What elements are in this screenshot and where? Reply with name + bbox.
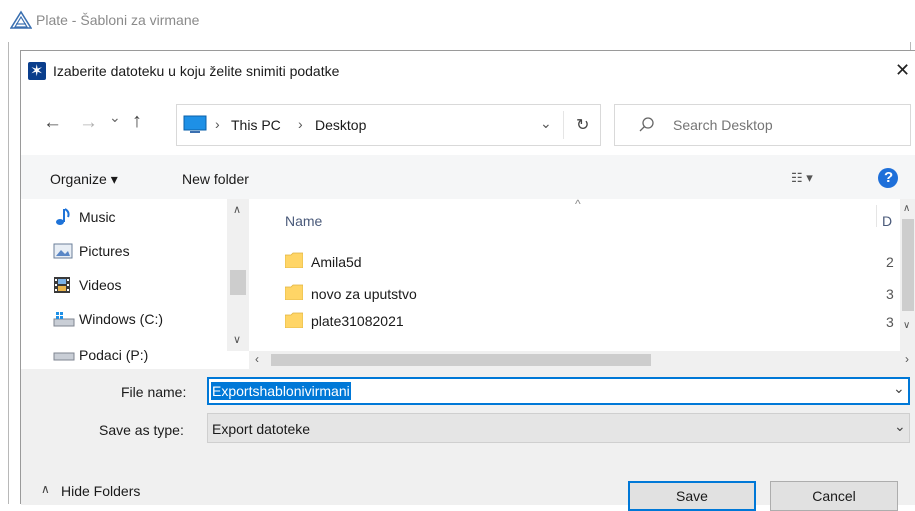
nav-item-videos[interactable]: Videos <box>21 267 227 301</box>
pictures-icon <box>53 243 73 259</box>
refresh-icon[interactable]: ↻ <box>576 115 589 135</box>
dialog-titlebar: ✶ Izaberite datoteku u koju želite snimi… <box>21 51 915 93</box>
cancel-button[interactable]: Cancel <box>770 481 898 511</box>
music-icon <box>56 208 70 225</box>
file-row[interactable]: plate31082021 <box>275 307 875 335</box>
nav-item-label: Pictures <box>79 243 130 259</box>
search-box[interactable] <box>614 104 911 146</box>
nav-pane-vertical-scrollbar[interactable]: ∧ ∨ <box>227 199 249 351</box>
app-logo-icon <box>10 10 32 29</box>
folder-icon <box>285 312 303 328</box>
change-view-icon[interactable]: ☷ ▾ <box>791 170 813 186</box>
nav-item-label: Windows (C:) <box>79 311 164 327</box>
save-dialog: ✶ Izaberite datoteku u koju želite snimi… <box>20 50 915 511</box>
dialog-title: Izaberite datoteku u koju želite snimiti… <box>53 63 340 79</box>
browser-panes: Music Pictures Videos Windows (C:) Podac… <box>21 199 915 369</box>
divider <box>563 111 564 139</box>
scroll-down-icon[interactable]: ∨ <box>903 320 910 331</box>
close-icon[interactable]: ✕ <box>895 60 910 81</box>
nav-item-label: Podaci (P:) <box>79 347 149 363</box>
nav-item-podaci-p[interactable]: Podaci (P:) <box>21 335 227 369</box>
file-row[interactable]: Amila5d <box>275 247 875 275</box>
navigation-pane[interactable]: Music Pictures Videos Windows (C:) Podac… <box>21 199 249 369</box>
parent-window-border <box>8 42 9 504</box>
file-date: 2 <box>886 254 894 270</box>
scroll-down-icon[interactable]: ∨ <box>233 333 241 346</box>
save-as-type-label: Save as type: <box>99 422 184 438</box>
new-folder-button[interactable]: New folder <box>182 171 249 187</box>
help-icon[interactable]: ? <box>878 168 898 188</box>
file-row[interactable]: novo za uputstvo <box>275 279 875 307</box>
file-name-label: File name: <box>121 384 187 400</box>
hide-folders-button[interactable]: ∧ Hide Folders <box>21 471 201 505</box>
back-icon[interactable]: ← <box>43 112 62 134</box>
folder-icon <box>285 252 303 268</box>
scroll-thumb[interactable] <box>902 219 914 311</box>
nav-item-pictures[interactable]: Pictures <box>21 233 227 267</box>
save-button[interactable]: Save <box>628 481 756 511</box>
save-as-type-value: Export datoteke <box>212 421 311 437</box>
scroll-right-icon[interactable]: › <box>905 352 909 366</box>
breadcrumb-separator: › <box>215 116 220 132</box>
nav-item-label: Music <box>79 209 116 225</box>
parent-window-title: Plate - Šabloni za virmane <box>36 12 200 28</box>
file-name: Amila5d <box>311 254 362 270</box>
column-divider <box>876 205 877 227</box>
forward-icon[interactable]: → <box>79 112 98 134</box>
folder-icon <box>285 284 303 300</box>
file-list[interactable]: ^ Name D Amila5d 2 novo za uputstvo 3 pl… <box>249 199 915 369</box>
chevron-down-icon[interactable]: ⌄ <box>893 380 905 397</box>
address-row: ← → ⌄ ↑ › This PC › Desktop ⌄ ↻ <box>21 93 915 155</box>
save-options-area: File name: Exportshablonivirmani ⌄ Save … <box>21 369 915 511</box>
chevron-up-icon: ∧ <box>41 482 50 496</box>
search-input[interactable] <box>673 115 893 135</box>
nav-item-music[interactable]: Music <box>21 199 227 233</box>
search-icon <box>639 117 654 132</box>
this-pc-icon <box>183 115 207 133</box>
file-name-field[interactable]: Exportshablonivirmani ⌄ <box>207 377 910 405</box>
up-icon[interactable]: ↑ <box>132 110 142 133</box>
column-header-name[interactable]: Name <box>285 213 322 229</box>
file-name-value: Exportshablonivirmani <box>211 382 351 400</box>
address-dropdown-icon[interactable]: ⌄ <box>540 115 552 132</box>
breadcrumb-separator: › <box>298 116 303 132</box>
drive-icon <box>53 312 75 327</box>
chevron-down-icon[interactable]: ⌄ <box>894 418 906 435</box>
file-name: novo za uputstvo <box>311 286 417 302</box>
nav-item-windows-c[interactable]: Windows (C:) <box>21 301 227 335</box>
parent-window-titlebar: Plate - Šabloni za virmane <box>0 0 915 42</box>
scroll-up-icon[interactable]: ∧ <box>903 203 910 214</box>
scroll-thumb[interactable] <box>230 270 246 295</box>
command-bar: Organize ▾ New folder ☷ ▾ ? <box>21 155 915 199</box>
file-list-horizontal-scrollbar[interactable]: ‹ › <box>249 351 915 369</box>
dialog-app-icon: ✶ <box>28 62 46 80</box>
scroll-up-icon[interactable]: ∧ <box>233 203 241 216</box>
recent-locations-icon[interactable]: ⌄ <box>109 109 121 126</box>
nav-item-label: Videos <box>79 277 122 293</box>
save-as-type-select[interactable]: Export datoteke ⌄ <box>207 413 910 443</box>
organize-button[interactable]: Organize ▾ <box>50 171 118 188</box>
scroll-left-icon[interactable]: ‹ <box>255 352 259 366</box>
hide-folders-label: Hide Folders <box>61 483 141 499</box>
file-name: plate31082021 <box>311 313 404 329</box>
file-date: 3 <box>886 314 894 330</box>
column-header-date[interactable]: D <box>882 213 892 229</box>
scroll-thumb[interactable] <box>271 354 651 366</box>
drive-icon <box>53 352 75 361</box>
address-bar[interactable]: › This PC › Desktop ⌄ ↻ <box>176 104 601 146</box>
breadcrumb-this-pc[interactable]: This PC <box>231 117 281 133</box>
videos-icon <box>54 277 70 293</box>
file-date: 3 <box>886 286 894 302</box>
file-list-vertical-scrollbar[interactable]: ∧ ∨ <box>900 199 915 351</box>
breadcrumb-desktop[interactable]: Desktop <box>315 117 366 133</box>
sort-indicator-icon: ^ <box>575 199 581 211</box>
